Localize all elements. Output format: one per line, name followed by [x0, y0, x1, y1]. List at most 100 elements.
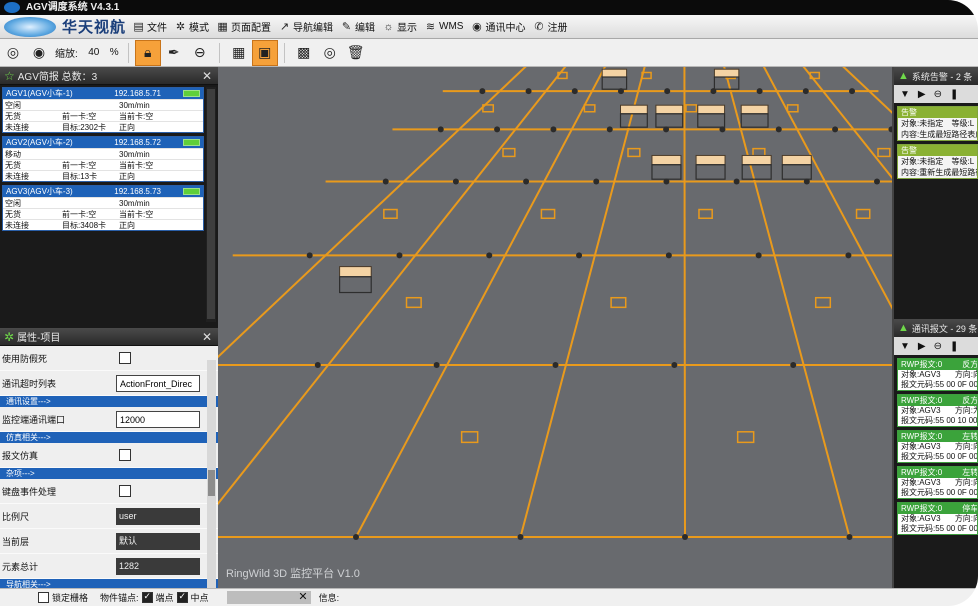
- road-node: [382, 178, 389, 185]
- app-logo-icon: [4, 2, 20, 13]
- agv-target: 目标:3408卡: [62, 220, 107, 230]
- prop-row: 报文仿真: [0, 443, 218, 468]
- shelf-frame: [695, 164, 726, 180]
- prop-value[interactable]: user: [116, 507, 200, 525]
- target-button[interactable]: ◎: [317, 40, 343, 66]
- shelf-frame: [741, 164, 772, 180]
- msg-head: RWP报文:0: [901, 504, 943, 513]
- play-icon[interactable]: ▶: [918, 89, 926, 100]
- close-icon[interactable]: ✕: [202, 69, 212, 83]
- menu-file[interactable]: ▤ 文件: [132, 19, 167, 34]
- agv-speed: 30m/min: [119, 149, 150, 159]
- menu-page-config[interactable]: ▦ 页面配置: [216, 19, 271, 34]
- track-marker: [540, 208, 556, 219]
- agv-card[interactable]: AGV3(AGV小车-3) 192.168.5.73 空闲 30m/min 无货 前一…: [2, 185, 204, 231]
- close-icon[interactable]: ✕: [202, 330, 212, 344]
- message-item[interactable]: RWP报文:0 反方向 对象:AGV3 方向:为 报文元码:55 00 10 00: [897, 394, 978, 427]
- menu-comm-center[interactable]: ◉ 通讯中心: [470, 19, 525, 34]
- msg-direction: 方向:为: [954, 406, 977, 415]
- endpoint-checkbox[interactable]: [141, 591, 153, 603]
- road-node: [494, 126, 501, 133]
- filter-icon[interactable]: ▼: [900, 341, 910, 352]
- calendar-button[interactable]: ▦: [226, 40, 252, 66]
- pause-icon[interactable]: ❚: [950, 89, 958, 100]
- property-scrollbar[interactable]: [207, 360, 216, 598]
- prop-group-header[interactable]: 仿真相关--->: [0, 432, 218, 443]
- message-item[interactable]: RWP报文:0 停车 对象:AGV3 方向:向 报文元码:55 00 0F 00: [897, 502, 978, 535]
- chip-button[interactable]: ▩: [291, 40, 317, 66]
- minus-circle-icon[interactable]: ⊖: [934, 89, 942, 100]
- road-node: [756, 88, 763, 95]
- shelf-top: [741, 154, 772, 166]
- msg-object: 对象:AGV3: [901, 514, 941, 523]
- road-node: [576, 252, 583, 259]
- menu-wms[interactable]: ≋ WMS: [424, 20, 464, 33]
- prop-group-header[interactable]: 通讯设置--->: [0, 396, 218, 407]
- warehouse-scene[interactable]: [218, 67, 892, 588]
- prop-value[interactable]: 12000: [116, 410, 200, 428]
- zoom-label: 缩放:: [55, 49, 78, 60]
- play-icon[interactable]: ▶: [918, 341, 926, 352]
- box-3d-button[interactable]: ▣: [251, 39, 278, 66]
- prop-value[interactable]: ActionFront_Direc: [116, 374, 200, 392]
- show-eye-button[interactable]: ◉: [26, 40, 52, 66]
- prop-label: 元素总计: [2, 561, 39, 572]
- message-item[interactable]: RWP报文:0 左转弯 对象:AGV3 方向:向 报文元码:55 00 0F 00: [897, 430, 978, 463]
- menu-register[interactable]: ✆ 注册: [532, 19, 567, 34]
- menu-bar: 华天视航 ▤ 文件 ✲ 模式 ▦ 页面配置 ↗ 导航编辑 ✎ 编辑 ☼ 显示 ≋ WMS ◉ 通…: [0, 15, 978, 39]
- road-node: [755, 252, 762, 259]
- menu-display[interactable]: ☼ 显示: [382, 19, 417, 35]
- agv-list-scrollbar[interactable]: [206, 87, 216, 322]
- prop-checkbox[interactable]: [119, 449, 131, 461]
- menu-edit[interactable]: ✎ 编辑: [340, 19, 375, 34]
- road-node: [845, 252, 852, 259]
- pause-icon[interactable]: ❚: [950, 341, 958, 352]
- road-line: [519, 67, 646, 538]
- prop-value[interactable]: 1282: [116, 557, 200, 575]
- scrollbar-thumb[interactable]: [208, 470, 215, 496]
- track-marker: [610, 296, 627, 309]
- prop-checkbox[interactable]: [119, 485, 131, 497]
- msg-head: RWP报文:0: [901, 360, 943, 369]
- road-node: [671, 361, 678, 368]
- road-line: [802, 67, 892, 180]
- property-grid: 使用防假死 通讯超时列表 ActionFront_Direc 通讯设置---> 监…: [0, 346, 218, 604]
- zoom-input[interactable]: 40: [81, 47, 107, 58]
- filter-icon[interactable]: ▼: [900, 89, 910, 100]
- trash-icon: 🗑︎: [346, 44, 365, 60]
- delete-button[interactable]: 🗑︎: [343, 40, 369, 66]
- menu-navigation-edit[interactable]: ↗ 导航编辑: [278, 19, 333, 34]
- msg-action: 停车: [962, 504, 977, 513]
- lock-button[interactable]: 🔒︎: [134, 39, 161, 66]
- gear-icon: ✲: [175, 21, 186, 33]
- pen-button[interactable]: ✒: [161, 40, 187, 66]
- prop-value[interactable]: 默认: [116, 532, 200, 550]
- road-node: [314, 361, 321, 368]
- lock-grid-checkbox[interactable]: [38, 592, 49, 603]
- prop-label: 当前层: [2, 536, 30, 547]
- scrollbar-thumb[interactable]: [207, 89, 215, 319]
- agv-ip: 192.168.5.72: [114, 138, 161, 147]
- alarm-item[interactable]: 告警 对象:未指定 等级:L 内容:重新生成最短路径: [897, 144, 978, 179]
- road-node: [664, 88, 671, 95]
- msg-direction: 方向:向: [954, 514, 977, 523]
- pen-icon: ✒: [167, 44, 180, 60]
- prop-group-header[interactable]: 杂项--->: [0, 468, 218, 479]
- agv-card[interactable]: AGV1(AGV小车-1) 192.168.5.71 空闲 30m/min 无货 前一…: [2, 87, 204, 133]
- toolbar: ◎ ◉ 缩放: 40 % 🔒︎ ✒ ⊖ ▦ ▣ ▩ ◎ 🗑︎: [0, 39, 978, 67]
- message-item[interactable]: RWP报文:0 左转弯 对象:AGV3 方向:向 报文元码:55 00 0F 00: [897, 466, 978, 499]
- hide-eye-button[interactable]: ◎: [0, 40, 26, 66]
- agv-card[interactable]: AGV2(AGV小车-2) 192.168.5.72 移动 30m/min 无货 前一…: [2, 136, 204, 182]
- alarm-item[interactable]: 告警 对象:未指定 等级:L 内容:生成最短路径表成: [897, 106, 978, 141]
- minus-button[interactable]: ⊖: [187, 40, 213, 66]
- track-marker: [460, 431, 479, 444]
- 3d-viewport[interactable]: RingWild 3D 监控平台 V1.0: [218, 67, 892, 588]
- menu-mode[interactable]: ✲ 模式: [174, 19, 209, 34]
- minus-circle-icon[interactable]: ⊖: [934, 341, 942, 352]
- message-item[interactable]: RWP报文:0 反方向 对象:AGV3 方向:向 报文元码:55 00 0F 00: [897, 358, 978, 391]
- prop-checkbox[interactable]: [119, 352, 131, 364]
- close-icon[interactable]: ✕: [298, 590, 307, 603]
- minus-circle-icon: ⊖: [193, 44, 206, 60]
- lock-icon: 🔒︎: [143, 44, 152, 60]
- midpoint-checkbox[interactable]: [176, 591, 188, 603]
